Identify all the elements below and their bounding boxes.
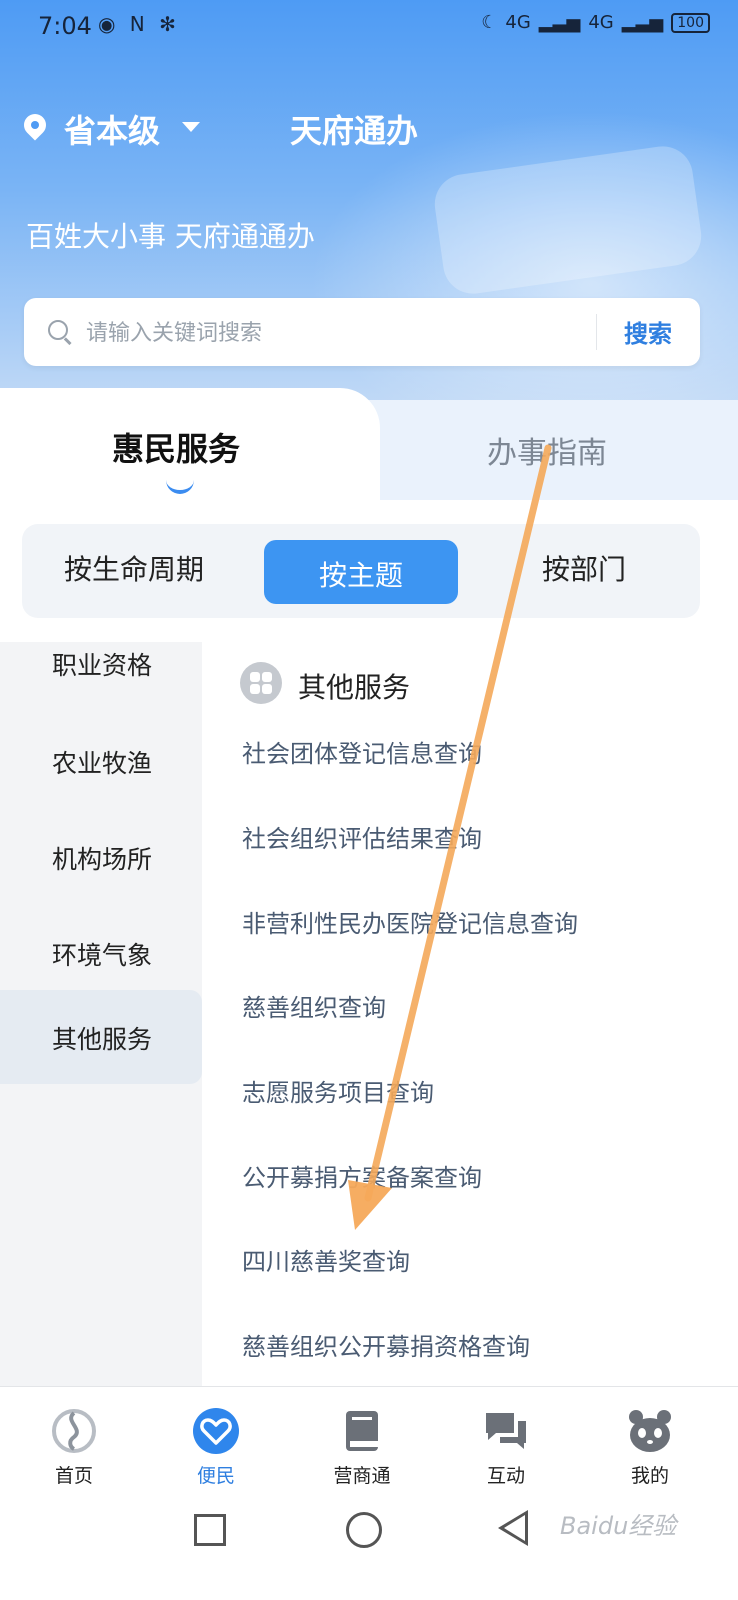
main-tabs: 惠民服务 办事指南 bbox=[0, 388, 738, 500]
home-logo-icon bbox=[52, 1409, 96, 1453]
sidebar-item-institutions[interactable]: 机构场所 bbox=[0, 810, 202, 904]
service-list: 其他服务 社会团体登记信息查询 社会组织评估结果查询 非营利性民办医院登记信息查… bbox=[202, 642, 738, 1386]
signal-icon: ▂▃▅ bbox=[538, 12, 581, 33]
sidebar-item-label: 其他服务 bbox=[52, 1025, 153, 1054]
list-item[interactable]: 四川慈善奖查询 bbox=[242, 1242, 410, 1277]
header: 省本级 天府通办 bbox=[0, 100, 738, 160]
nav-convenience[interactable]: 便民 bbox=[142, 1387, 290, 1491]
list-item[interactable]: 慈善组织查询 bbox=[242, 988, 386, 1023]
category-sidebar: 职业资格 农业牧渔 机构场所 环境气象 其他服务 bbox=[0, 642, 202, 1386]
network-4g-label-2: 4G bbox=[588, 12, 614, 33]
bottom-nav: 首页 便民 营商通 互动 我的 bbox=[0, 1386, 738, 1491]
page-title: 天府通办 bbox=[290, 112, 419, 150]
status-right-icons: ☾ 4G ▂▃▅ 4G ▂▃▅ 100 bbox=[481, 12, 710, 33]
signal-icon-2: ▂▃▅ bbox=[621, 12, 664, 33]
status-bar: 7:04 ◉ N ✻ ☾ 4G ▂▃▅ 4G ▂▃▅ 100 bbox=[0, 0, 738, 52]
recent-apps-icon[interactable] bbox=[194, 1514, 226, 1546]
back-triangle-icon[interactable] bbox=[498, 1510, 528, 1546]
sidebar-item-label: 环境气象 bbox=[52, 941, 153, 970]
nav-mine[interactable]: 我的 bbox=[576, 1387, 724, 1491]
location-pin-icon[interactable] bbox=[19, 109, 51, 141]
section-title: 其他服务 bbox=[298, 671, 411, 704]
list-item[interactable]: 社会组织评估结果查询 bbox=[242, 819, 482, 854]
search-input[interactable] bbox=[84, 312, 568, 354]
moon-icon: ☾ bbox=[481, 12, 498, 33]
search-icon bbox=[48, 320, 68, 340]
nav-home[interactable]: 首页 bbox=[0, 1387, 148, 1491]
segment-theme[interactable]: 按主题 bbox=[264, 540, 458, 604]
sidebar-item-label: 农业牧渔 bbox=[52, 749, 153, 778]
tab-guide[interactable]: 办事指南 bbox=[487, 428, 607, 472]
tab-services[interactable]: 惠民服务 bbox=[112, 424, 240, 470]
status-left-icons: ◉ N ✻ bbox=[98, 12, 180, 36]
caret-down-icon[interactable] bbox=[182, 122, 200, 132]
sidebar-item-environment[interactable]: 环境气象 bbox=[0, 906, 202, 1000]
nav-business[interactable]: 营商通 bbox=[288, 1387, 436, 1491]
segment-lifecycle[interactable]: 按生命周期 bbox=[64, 548, 204, 588]
grid-icon bbox=[240, 662, 282, 704]
list-item[interactable]: 社会团体登记信息查询 bbox=[242, 734, 482, 769]
network-4g-label: 4G bbox=[505, 12, 531, 33]
nav-mine-label: 我的 bbox=[630, 1465, 669, 1487]
sidebar-item-other-services[interactable]: 其他服务 bbox=[0, 990, 202, 1084]
list-item[interactable]: 公开募捐方案备案查询 bbox=[242, 1158, 482, 1193]
sidebar-item-professional-qualification[interactable]: 职业资格 bbox=[0, 616, 202, 710]
watermark: Baidu经验 bbox=[560, 1512, 677, 1540]
nav-home-label: 首页 bbox=[54, 1465, 93, 1487]
list-item[interactable]: 慈善组织公开募捐资格查询 bbox=[242, 1327, 530, 1362]
segment-department[interactable]: 按部门 bbox=[542, 548, 626, 588]
slogan: 百姓大小事 天府通通办 bbox=[26, 220, 315, 253]
nav-interaction[interactable]: 互动 bbox=[432, 1387, 580, 1491]
search-button[interactable]: 搜索 bbox=[624, 314, 672, 349]
home-circle-icon[interactable] bbox=[346, 1512, 382, 1548]
sidebar-item-label: 机构场所 bbox=[52, 845, 153, 874]
battery-icon: 100 bbox=[671, 12, 710, 33]
panda-icon bbox=[629, 1410, 671, 1452]
segment-theme-label: 按主题 bbox=[318, 559, 403, 592]
location-selector[interactable]: 省本级 bbox=[64, 106, 160, 152]
sidebar-item-agriculture[interactable]: 农业牧渔 bbox=[0, 714, 202, 808]
chat-bubbles-icon bbox=[486, 1413, 526, 1449]
list-item[interactable]: 非营利性民办医院登记信息查询 bbox=[242, 904, 578, 939]
heart-hands-icon bbox=[193, 1408, 239, 1454]
book-icon bbox=[346, 1411, 378, 1451]
status-time: 7:04 bbox=[38, 12, 92, 40]
nav-business-label: 营商通 bbox=[333, 1465, 391, 1487]
nav-convenience-label: 便民 bbox=[196, 1465, 235, 1487]
search-divider bbox=[596, 314, 597, 350]
sidebar-item-label: 职业资格 bbox=[52, 651, 153, 680]
list-item[interactable]: 志愿服务项目查询 bbox=[242, 1073, 434, 1108]
nav-interaction-label: 互动 bbox=[486, 1465, 525, 1487]
search-bar: 搜索 bbox=[24, 298, 700, 366]
